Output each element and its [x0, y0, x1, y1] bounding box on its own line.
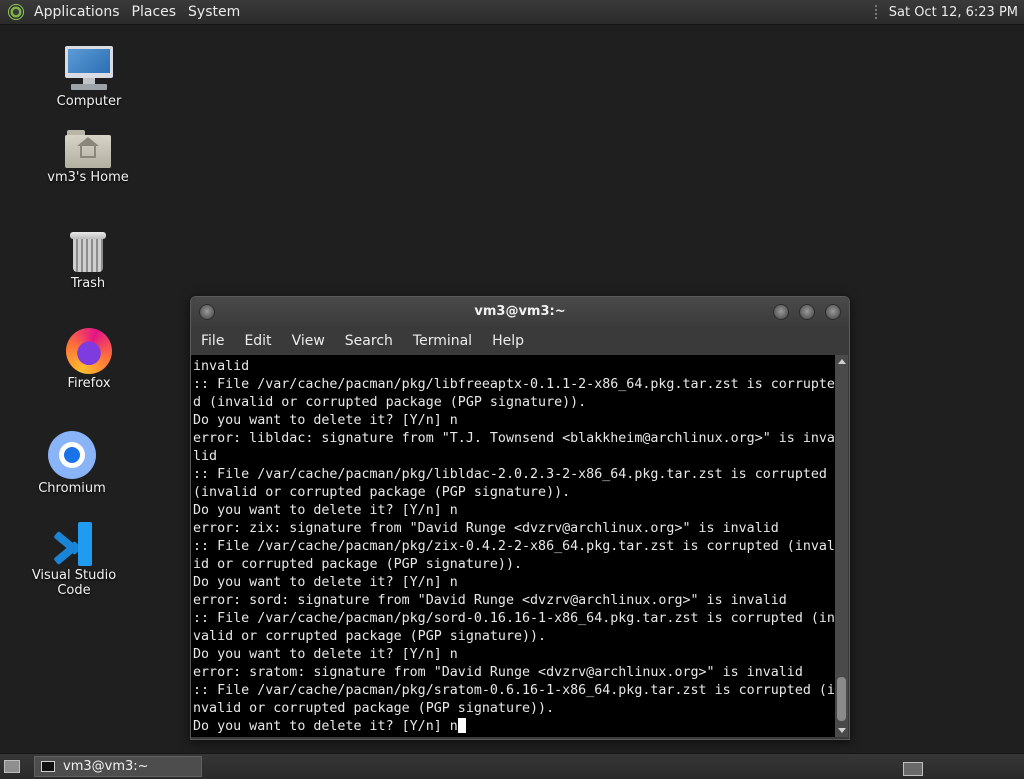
window-titlebar[interactable]: vm3@vm3:~ — [191, 297, 849, 327]
desktop-icon-trash[interactable]: Trash — [28, 230, 148, 291]
system-menu[interactable]: System — [182, 0, 246, 24]
terminal-line: id or corrupted package (PGP signature))… — [193, 557, 522, 572]
menu-file[interactable]: File — [191, 333, 234, 349]
desktop-icon-label: Chromium — [38, 481, 106, 496]
terminal-menubar: File Edit View Search Terminal Help — [191, 327, 849, 355]
panel-separator — [874, 5, 881, 19]
places-menu[interactable]: Places — [126, 0, 183, 24]
terminal-line: error: libldac: signature from "T.J. Tow… — [193, 431, 835, 446]
top-panel: Applications Places System Sat Oct 12, 6… — [0, 0, 1024, 25]
terminal-line: :: File /var/cache/pacman/pkg/libfreeapt… — [193, 377, 835, 392]
chromium-icon — [48, 431, 96, 479]
terminal-line: invalid — [193, 359, 250, 374]
menu-terminal[interactable]: Terminal — [403, 333, 482, 349]
distro-logo-icon[interactable] — [8, 4, 24, 20]
terminal-line: lid — [193, 449, 218, 464]
show-desktop-icon[interactable] — [4, 760, 20, 773]
terminal-line: nvalid or corrupted package (PGP signatu… — [193, 701, 555, 716]
terminal-line: Do you want to delete it? [Y/n] n — [193, 503, 458, 518]
terminal-window: vm3@vm3:~ File Edit View Search Terminal… — [190, 296, 850, 740]
minimize-button[interactable] — [773, 304, 789, 320]
terminal-line: Do you want to delete it? [Y/n] n — [193, 647, 458, 662]
terminal-line: :: File /var/cache/pacman/pkg/zix-0.4.2-… — [193, 539, 835, 554]
workspace-switcher[interactable] — [903, 762, 923, 776]
terminal-icon — [41, 761, 55, 772]
applications-menu[interactable]: Applications — [28, 0, 126, 24]
panel-right-area: Sat Oct 12, 6:23 PM — [874, 0, 1024, 24]
desktop-icon-computer[interactable]: Computer — [29, 46, 149, 109]
maximize-button[interactable] — [799, 304, 815, 320]
terminal-line: error: sratom: signature from "David Run… — [193, 665, 803, 680]
terminal-line: Do you want to delete it? [Y/n] n — [193, 575, 458, 590]
desktop-icon-label: vm3's Home — [47, 170, 129, 185]
window-title: vm3@vm3:~ — [474, 304, 566, 319]
terminal-line: valid or corrupted package (PGP signatur… — [193, 629, 547, 644]
terminal-line: :: File /var/cache/pacman/pkg/sord-0.16.… — [193, 611, 835, 626]
terminal-line: error: sord: signature from "David Runge… — [193, 593, 787, 608]
clock[interactable]: Sat Oct 12, 6:23 PM — [889, 5, 1024, 20]
terminal-prompt-line: Do you want to delete it? [Y/n] n — [193, 719, 458, 734]
terminal-line: d (invalid or corrupted package (PGP sig… — [193, 395, 587, 410]
desktop-icon-label: Firefox — [67, 376, 111, 391]
desktop-icon-vscode[interactable]: Visual Studio Code — [14, 522, 134, 598]
taskbar-item-terminal[interactable]: vm3@vm3:~ — [34, 756, 202, 777]
menu-search[interactable]: Search — [335, 333, 403, 349]
terminal-line: :: File /var/cache/pacman/pkg/sratom-0.6… — [193, 683, 835, 698]
trash-icon — [70, 230, 106, 274]
desktop-icon-label: Trash — [70, 276, 106, 291]
desktop-icon-home[interactable]: vm3's Home — [28, 130, 148, 185]
desktop-icon-label: Computer — [56, 94, 122, 109]
computer-icon — [65, 46, 113, 92]
scroll-up-arrow-icon[interactable] — [838, 359, 846, 364]
menu-view[interactable]: View — [282, 333, 335, 349]
taskbar-item-label: vm3@vm3:~ — [63, 759, 149, 774]
terminal-line: error: zix: signature from "David Runge … — [193, 521, 779, 536]
desktop-icon-firefox[interactable]: Firefox — [29, 328, 149, 391]
desktop-icon-label: Visual Studio Code — [31, 568, 117, 598]
bottom-panel: vm3@vm3:~ — [0, 753, 1024, 779]
terminal-line: Do you want to delete it? [Y/n] n — [193, 413, 458, 428]
desktop-icon-chromium[interactable]: Chromium — [12, 431, 132, 496]
scrollbar-thumb[interactable] — [837, 677, 846, 721]
close-button[interactable] — [825, 304, 841, 320]
terminal-text: invalid :: File /var/cache/pacman/pkg/li… — [191, 355, 835, 736]
terminal-scrollbar[interactable] — [835, 355, 848, 737]
vscode-icon — [52, 522, 96, 566]
panel-menu-bar: Applications Places System — [0, 0, 246, 24]
menu-help[interactable]: Help — [482, 333, 534, 349]
terminal-output[interactable]: invalid :: File /var/cache/pacman/pkg/li… — [191, 355, 835, 737]
home-folder-icon — [65, 130, 111, 168]
terminal-line: (invalid or corrupted package (PGP signa… — [193, 485, 571, 500]
scroll-down-arrow-icon[interactable] — [838, 728, 846, 733]
firefox-icon — [66, 328, 112, 374]
menu-edit[interactable]: Edit — [234, 333, 281, 349]
terminal-cursor — [457, 718, 466, 733]
terminal-line: :: File /var/cache/pacman/pkg/libldac-2.… — [193, 467, 827, 482]
